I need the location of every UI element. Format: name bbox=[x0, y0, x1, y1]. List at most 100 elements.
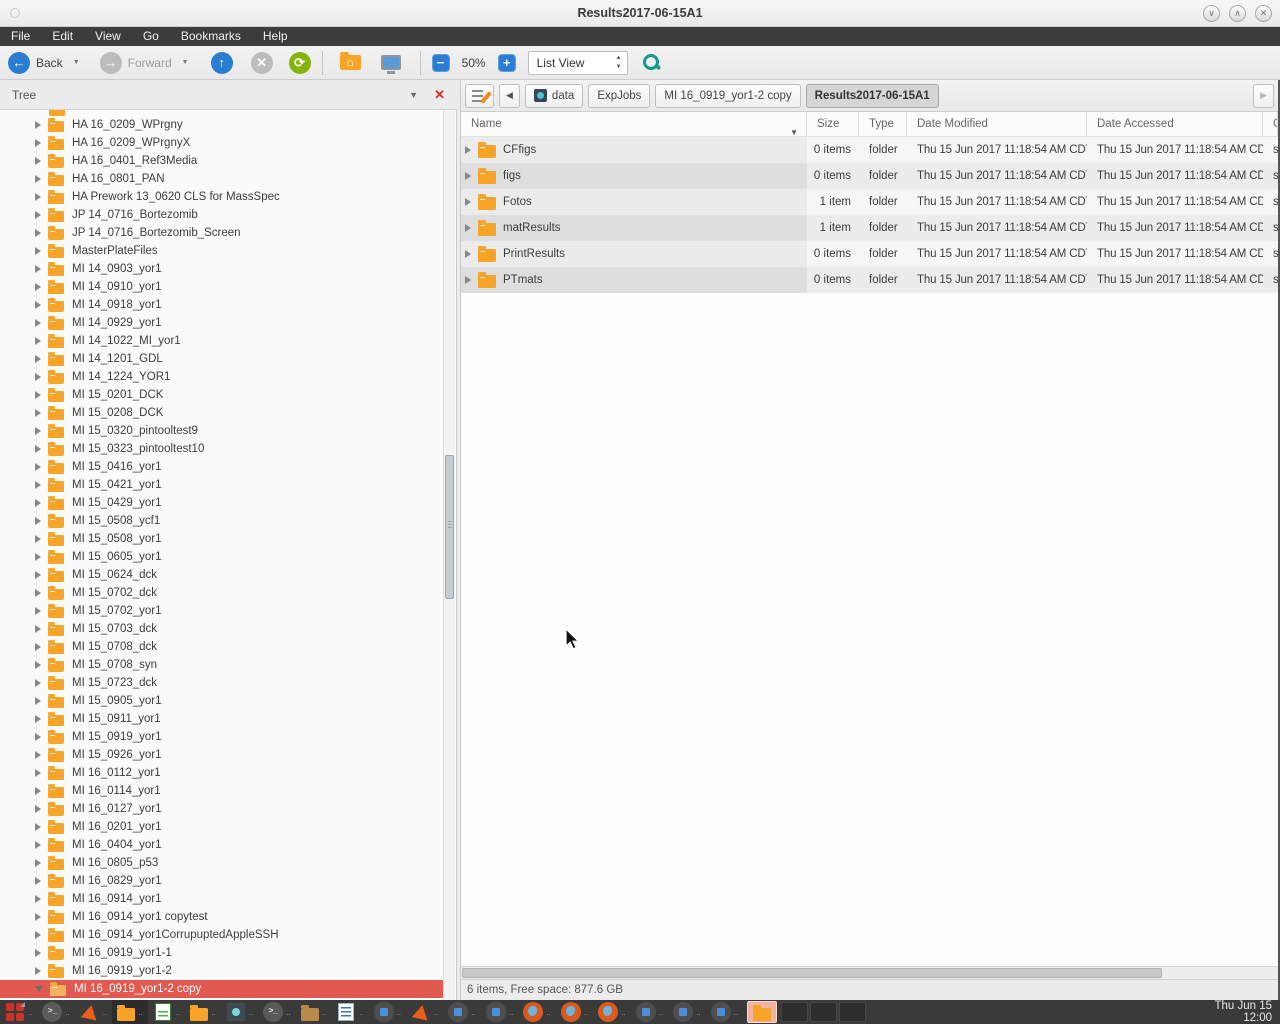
chevron-collapsed-icon[interactable] bbox=[35, 661, 41, 669]
workspace-slot[interactable] bbox=[839, 1002, 866, 1022]
tree-row[interactable]: HA 16_0401_Ref3Media bbox=[0, 152, 444, 170]
tree-row[interactable]: MI 15_0702_dck bbox=[0, 584, 444, 602]
tree-row[interactable]: MI 15_0708_syn bbox=[0, 656, 444, 674]
taskbar-item[interactable]: .. bbox=[369, 1000, 406, 1024]
tree-row[interactable]: MI 14_1224_YOR1 bbox=[0, 368, 444, 386]
tree-row[interactable]: MI 16_0919_yor1-2 copy bbox=[0, 980, 444, 998]
chevron-collapsed-icon[interactable] bbox=[465, 250, 471, 258]
chevron-collapsed-icon[interactable] bbox=[35, 175, 41, 183]
breadcrumb-data[interactable]: data bbox=[525, 84, 583, 108]
view-mode-select[interactable]: List View ▲▼ bbox=[528, 51, 628, 75]
taskbar-item[interactable]: .. bbox=[112, 1000, 147, 1024]
zoom-out-icon[interactable]: − bbox=[432, 54, 450, 72]
tree-row[interactable]: MI 16_0112_yor1 bbox=[0, 764, 444, 782]
taskbar-item[interactable]: .. bbox=[75, 1000, 112, 1024]
desktop-icon[interactable] bbox=[381, 55, 401, 70]
tree-panel-dropdown-icon[interactable]: ▼ bbox=[409, 90, 418, 100]
tree-row[interactable]: MI 16_0914_yor1CorrupuptedAppleSSH bbox=[0, 926, 444, 944]
chevron-collapsed-icon[interactable] bbox=[35, 247, 41, 255]
table-row[interactable]: PTmats0 itemsfolderThu 15 Jun 2017 11:18… bbox=[461, 267, 1278, 293]
home-icon[interactable] bbox=[340, 55, 361, 70]
taskbar-item[interactable]: .. bbox=[443, 1000, 480, 1024]
chevron-collapsed-icon[interactable] bbox=[35, 391, 41, 399]
tree-row[interactable]: MI 16_0829_yor1 bbox=[0, 872, 444, 890]
taskbar-item[interactable]: .. bbox=[0, 1000, 37, 1024]
chevron-collapsed-icon[interactable] bbox=[35, 589, 41, 597]
tree-row[interactable]: MI 15_0508_ycf1 bbox=[0, 512, 444, 530]
chevron-collapsed-icon[interactable] bbox=[35, 445, 41, 453]
chevron-collapsed-icon[interactable] bbox=[35, 121, 41, 129]
tree-row[interactable]: MI 14_1201_GDL bbox=[0, 350, 444, 368]
column-header-type[interactable]: Type bbox=[859, 112, 907, 136]
chevron-collapsed-icon[interactable] bbox=[35, 733, 41, 741]
chevron-collapsed-icon[interactable] bbox=[35, 931, 41, 939]
chevron-collapsed-icon[interactable] bbox=[35, 823, 41, 831]
taskbar-item[interactable]: .. bbox=[706, 1000, 743, 1024]
chevron-collapsed-icon[interactable] bbox=[35, 355, 41, 363]
chevron-collapsed-icon[interactable] bbox=[35, 463, 41, 471]
chevron-collapsed-icon[interactable] bbox=[35, 553, 41, 561]
search-icon[interactable] bbox=[642, 53, 662, 73]
taskbar-item[interactable]: .. bbox=[296, 1000, 331, 1024]
tree-row[interactable]: HA 16_0801_PAN bbox=[0, 170, 444, 188]
menu-item-edit[interactable]: Edit bbox=[41, 27, 84, 46]
tree-row[interactable]: MI 15_0208_DCK bbox=[0, 404, 444, 422]
maximize-icon[interactable]: ∧ bbox=[1229, 5, 1246, 22]
workspace-slot[interactable] bbox=[810, 1002, 837, 1022]
chevron-collapsed-icon[interactable] bbox=[35, 877, 41, 885]
scroll-crumbs-left-icon[interactable]: ◀ bbox=[499, 84, 520, 108]
tree-row[interactable]: MI 14_0929_yor1 bbox=[0, 314, 444, 332]
tree-row[interactable]: MI 16_0404_yor1 bbox=[0, 836, 444, 854]
taskbar-item[interactable]: .. bbox=[593, 1000, 630, 1024]
taskbar-item[interactable]: .. bbox=[185, 1000, 220, 1024]
taskbar-item[interactable]: .. bbox=[331, 1000, 368, 1024]
tree-row[interactable]: MI 15_0723_dck bbox=[0, 674, 444, 692]
chevron-collapsed-icon[interactable] bbox=[35, 679, 41, 687]
tree-row[interactable]: MI 15_0911_yor1 bbox=[0, 710, 444, 728]
chevron-collapsed-icon[interactable] bbox=[35, 283, 41, 291]
chevron-collapsed-icon[interactable] bbox=[465, 172, 471, 180]
breadcrumb-mi-16-0919-yor1-2-copy[interactable]: MI 16_0919_yor1-2 copy bbox=[655, 84, 800, 108]
table-row[interactable]: figs0 itemsfolderThu 15 Jun 2017 11:18:5… bbox=[461, 163, 1278, 189]
chevron-collapsed-icon[interactable] bbox=[35, 301, 41, 309]
tree-row[interactable]: MI 16_0114_yor1 bbox=[0, 782, 444, 800]
chevron-collapsed-icon[interactable] bbox=[35, 427, 41, 435]
tree-row[interactable]: MI 15_0508_yor1 bbox=[0, 530, 444, 548]
chevron-collapsed-icon[interactable] bbox=[35, 229, 41, 237]
chevron-collapsed-icon[interactable] bbox=[35, 139, 41, 147]
taskbar-item[interactable]: .. bbox=[631, 1000, 668, 1024]
taskbar-item[interactable]: .. bbox=[481, 1000, 518, 1024]
tree-row[interactable]: MI 15_0421_yor1 bbox=[0, 476, 444, 494]
chevron-collapsed-icon[interactable] bbox=[35, 337, 41, 345]
chevron-collapsed-icon[interactable] bbox=[35, 409, 41, 417]
breadcrumb-results2017-06-15a1[interactable]: Results2017-06-15A1 bbox=[806, 84, 939, 108]
taskbar-item[interactable]: .. bbox=[148, 1000, 185, 1024]
column-header-date-accessed[interactable]: Date Accessed bbox=[1087, 112, 1263, 136]
tree-row[interactable]: MI 16_0914_yor1 bbox=[0, 890, 444, 908]
taskbar-item[interactable]: .. bbox=[37, 1000, 74, 1024]
tree-row[interactable]: MI 16_0914_yor1 copytest bbox=[0, 908, 444, 926]
tree-row[interactable]: MI 15_0201_DCK bbox=[0, 386, 444, 404]
tree-scrollbar[interactable] bbox=[443, 110, 455, 1000]
chevron-collapsed-icon[interactable] bbox=[35, 625, 41, 633]
tree-row[interactable]: JP 14_0716_Bortezomib bbox=[0, 206, 444, 224]
chevron-collapsed-icon[interactable] bbox=[35, 787, 41, 795]
column-header-g[interactable]: G bbox=[1263, 112, 1278, 136]
tree-row[interactable]: MI 16_0805_p53 bbox=[0, 854, 444, 872]
chevron-collapsed-icon[interactable] bbox=[35, 211, 41, 219]
chevron-collapsed-icon[interactable] bbox=[35, 571, 41, 579]
tree-row[interactable]: MI 15_0323_pintooltest10 bbox=[0, 440, 444, 458]
horizontal-scrollbar[interactable] bbox=[461, 966, 1278, 979]
tree-row[interactable]: MI 16_0201_yor1 bbox=[0, 818, 444, 836]
chevron-collapsed-icon[interactable] bbox=[35, 751, 41, 759]
chevron-collapsed-icon[interactable] bbox=[35, 643, 41, 651]
chevron-collapsed-icon[interactable] bbox=[35, 193, 41, 201]
tree-row[interactable]: MI 16_0127_yor1 bbox=[0, 800, 444, 818]
back-icon[interactable]: ← bbox=[8, 52, 30, 74]
chevron-collapsed-icon[interactable] bbox=[465, 146, 471, 154]
taskbar-item[interactable]: .. bbox=[556, 1000, 593, 1024]
tree-row[interactable]: MI 16_0919_yor1-1 bbox=[0, 944, 444, 962]
taskbar-item[interactable]: .. bbox=[221, 1000, 258, 1024]
taskbar-item[interactable]: .. bbox=[258, 1000, 295, 1024]
chevron-collapsed-icon[interactable] bbox=[35, 805, 41, 813]
